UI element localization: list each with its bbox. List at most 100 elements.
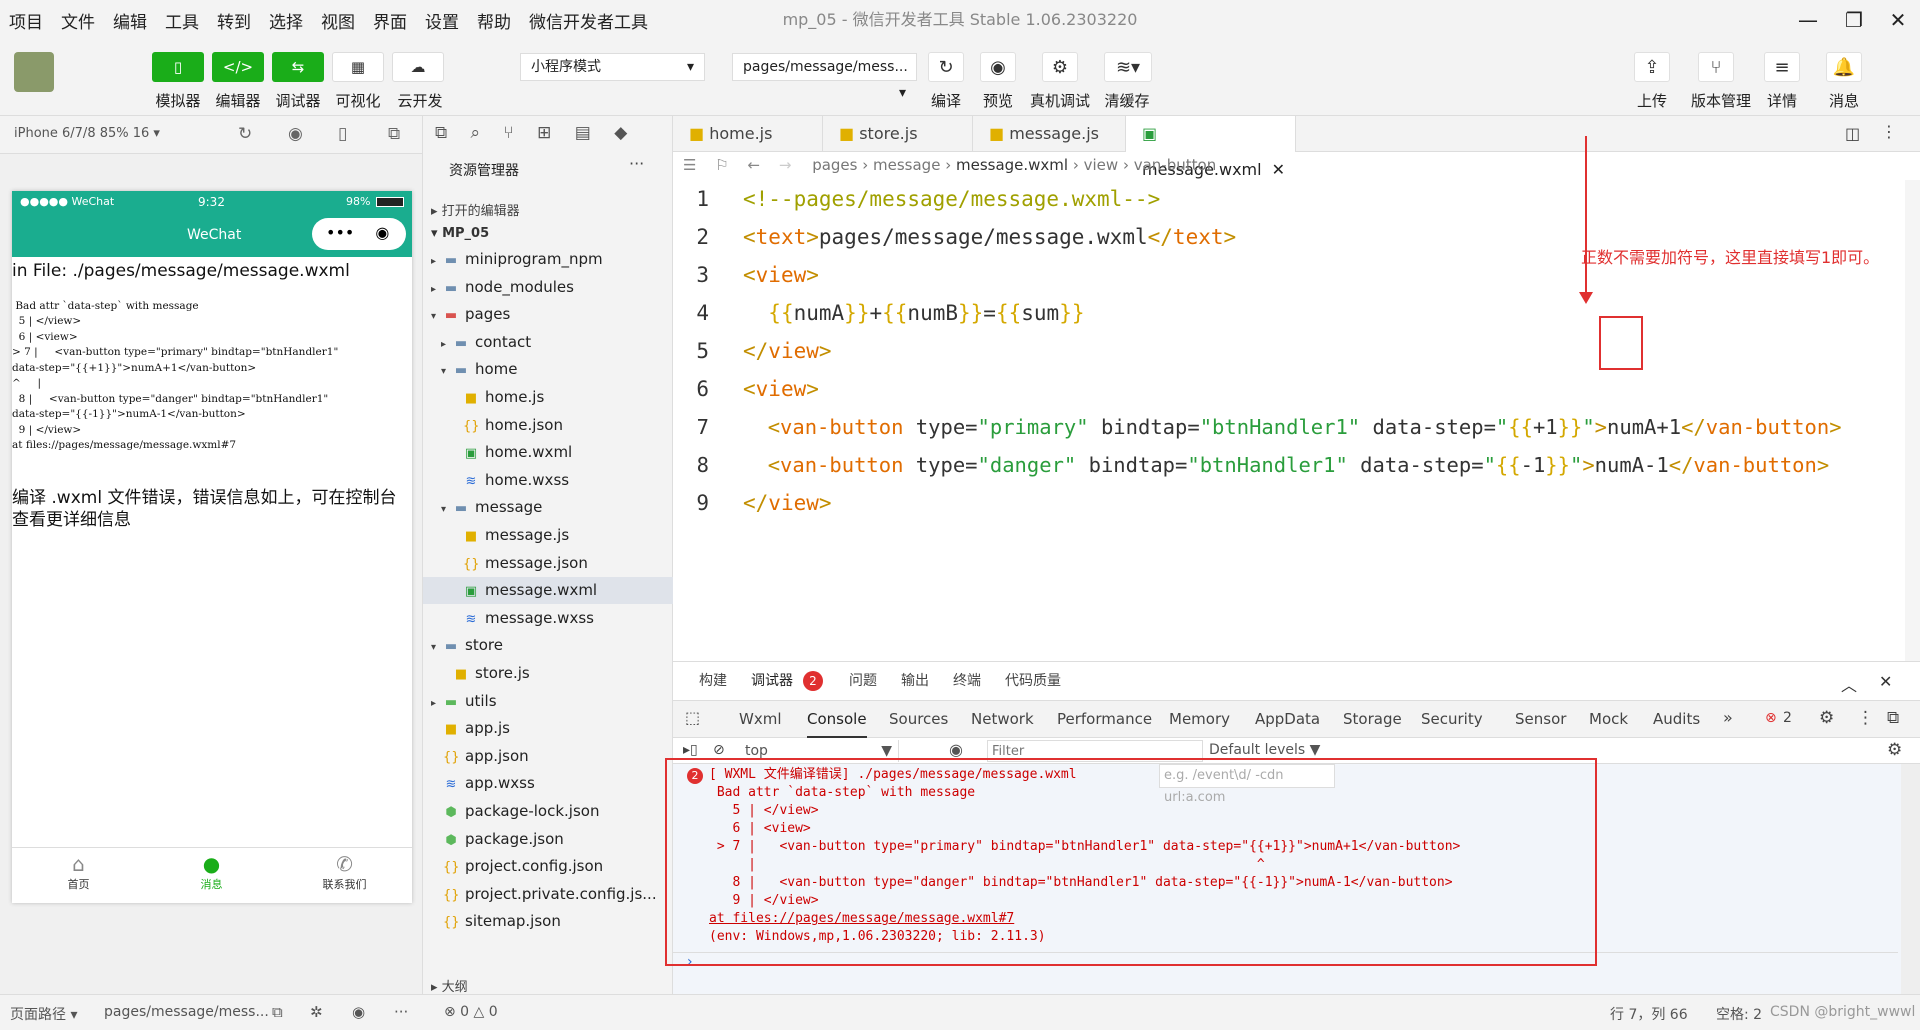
open-editors-section[interactable]: ▸ 打开的编辑器 [431,200,520,219]
more-icon[interactable]: ⋮ [1881,122,1897,141]
file-tree-item[interactable]: ▾ ▬ pages [423,301,673,328]
tab-home[interactable]: ⌂ 首页 [12,852,145,892]
file-tree-item[interactable]: {} app.json [423,743,673,770]
file-tree-item[interactable]: {} sitemap.json [423,908,673,935]
indent-setting[interactable]: 空格: 2 [1716,1004,1762,1024]
menu-item[interactable]: 视图 [312,8,364,33]
dock-icon[interactable]: ⧉ [1887,708,1899,728]
menu-item[interactable]: 文件 [52,8,104,33]
upload-button[interactable]: 上传 [1617,90,1687,111]
chevron-icon[interactable]: ▾ [431,634,443,661]
simulator-icon[interactable]: ▯ [152,52,204,82]
phone-icon[interactable]: ▯ [338,124,347,144]
tab-build[interactable]: 构建 [699,662,727,700]
upload-icon[interactable]: ⇪ [1634,52,1670,82]
menu-item[interactable]: 工具 [156,8,208,33]
capsule-button[interactable]: ••• ◉ [312,218,406,250]
tab-network[interactable]: Network [971,700,1034,738]
problem-counts[interactable]: ⊗ 0 △ 0 [444,1004,498,1020]
details-icon[interactable]: ≡ [1764,52,1800,82]
tab-contact[interactable]: ✆ 联系我们 [278,852,411,892]
inspect-icon[interactable]: ⬚ [685,708,700,727]
close-icon[interactable]: ✕ [1870,0,1920,40]
file-tree-item[interactable]: {} message.json [423,550,673,577]
preview-button[interactable]: 预览 [963,90,1033,111]
file-tree-item[interactable]: ▣ home.wxml [423,439,673,466]
page-path-label[interactable]: 页面路径 ▾ [10,1004,77,1024]
tab-terminal[interactable]: 终端 [953,662,981,700]
tab-mock[interactable]: Mock [1589,700,1628,738]
breadcrumb-item[interactable]: message [873,156,940,174]
clear-cache-button[interactable]: 清缓存 [1092,90,1162,111]
file-tree-item[interactable]: ▾ ▬ message [423,494,673,521]
file-tree-item[interactable]: {} project.config.json [423,853,673,880]
exit-icon[interactable]: ◉ [375,223,389,242]
refresh-icon[interactable]: ↻ [238,124,252,144]
project-section[interactable]: ▾ MP_05 [431,226,489,241]
compile-icon[interactable]: ↻ [928,52,964,82]
bug-icon[interactable]: ✲ [310,1003,323,1021]
editor-scrollbar[interactable] [1905,180,1920,661]
cloud-icon[interactable]: ☁ [392,52,444,82]
tab-storage[interactable]: Storage [1343,700,1402,738]
more-icon[interactable]: ⋮ [1857,708,1874,728]
chevron-icon[interactable]: ▸ [441,331,453,358]
tab-output[interactable]: 输出 [901,662,929,700]
tab-performance[interactable]: Performance [1057,700,1152,738]
tab-security[interactable]: Security [1421,700,1483,738]
breadcrumb-item[interactable]: van-button [1134,156,1216,174]
bookmark-icon[interactable]: ⚐ [715,156,728,174]
bird-icon[interactable]: ◆ [614,123,627,143]
copy-icon[interactable]: ⧉ [272,1003,283,1021]
version-icon[interactable]: ⑂ [1698,52,1734,82]
clear-icon[interactable]: ⊘ [713,742,725,758]
messages-button[interactable]: 消息 [1809,90,1879,111]
chevron-icon[interactable]: ▾ [431,303,443,330]
debugger-icon[interactable]: ⇆ [272,52,324,82]
page-select[interactable]: pages/message/mess... ▾ [732,53,917,101]
layout-icon[interactable]: ▤ [575,123,591,143]
more-icon[interactable]: ··· [629,154,644,173]
menu-item[interactable]: 编辑 [104,8,156,33]
close-panel-icon[interactable]: ✕ [1879,672,1892,691]
search-icon[interactable]: ⌕ [471,123,481,143]
tab-sources[interactable]: Sources [889,700,948,738]
file-tree-item[interactable]: ▸ ▬ contact [423,329,673,356]
levels-select[interactable]: Default levels ▼ [1209,742,1320,758]
file-tree-item[interactable]: ▸ ▬ node_modules [423,274,673,301]
breadcrumb-item[interactable]: pages [812,156,857,174]
cursor-position[interactable]: 行 7，列 66 [1610,1004,1688,1024]
file-tree-item[interactable]: ■ app.js [423,715,673,742]
menu-item[interactable]: 项目 [0,8,52,33]
split-editor-icon[interactable]: ◫ [1845,124,1860,143]
device-select[interactable]: iPhone 6/7/8 85% 16 ▾ [14,126,160,141]
more-icon[interactable]: ••• [326,223,354,242]
tab-home-js[interactable]: ■ home.js [673,116,823,152]
menu-item[interactable]: 设置 [416,8,468,33]
file-tree-item[interactable]: ≋ message.wxss [423,605,673,632]
file-tree-item[interactable]: {} project.private.config.js... [423,881,673,908]
visual-icon[interactable]: ▦ [332,52,384,82]
file-tree-item[interactable]: ≋ home.wxss [423,467,673,494]
file-tree-item[interactable]: ▸ ▬ miniprogram_npm [423,246,673,273]
chevron-icon[interactable]: ▾ [441,496,453,523]
chevron-icon[interactable]: ▾ [441,358,453,385]
file-tree-item[interactable]: ⬢ package.json [423,826,673,853]
eye-icon[interactable]: ◉ [352,1003,365,1021]
eye-icon[interactable]: ◉ [949,740,963,759]
file-tree-item[interactable]: ■ store.js [423,660,673,687]
clear-cache-icon[interactable]: ≋▾ [1104,52,1152,82]
sidebar-icon[interactable]: ▸▯ [683,742,698,758]
console-settings-icon[interactable]: ⚙ [1887,740,1902,760]
menu-item[interactable]: 界面 [364,8,416,33]
more-tabs-icon[interactable]: » [1723,708,1733,727]
breadcrumb-item[interactable]: view [1084,156,1119,174]
device-debug-button[interactable]: 真机调试 [1025,90,1095,111]
tab-memory[interactable]: Memory [1169,700,1230,738]
forward-icon[interactable]: → [779,156,792,174]
mode-select[interactable]: 小程序模式 ▾ [520,53,705,81]
editor-icon[interactable]: </> [212,52,264,82]
menu-item[interactable]: 选择 [260,8,312,33]
console-scrollbar[interactable] [1901,764,1920,995]
chevron-icon[interactable]: ▸ [431,690,443,717]
